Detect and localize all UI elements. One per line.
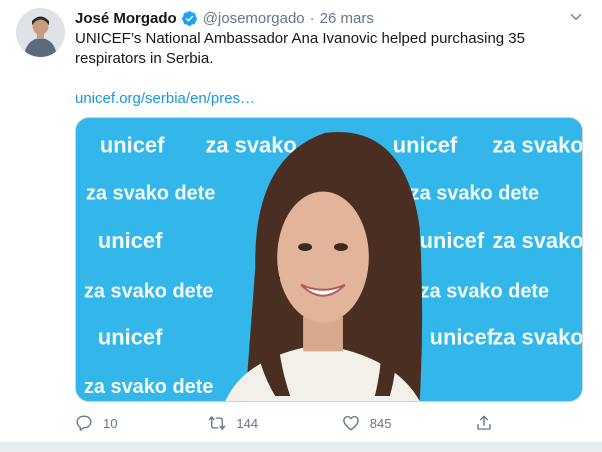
share-icon <box>477 415 491 430</box>
heart-icon <box>342 415 359 431</box>
backdrop-dete-2: za svako dete <box>410 182 539 204</box>
tweet: José Morgado @josemorgado · 26 mars UNIC… <box>0 0 602 452</box>
reply-button[interactable]: 10 <box>75 414 208 432</box>
backdrop-dete-3: za svako dete <box>84 281 213 303</box>
retweet-button[interactable]: 144 <box>208 414 341 432</box>
author-name[interactable]: José Morgado <box>75 10 177 27</box>
retweet-count: 144 <box>236 415 259 431</box>
backdrop-unicef-5: unicef <box>98 324 163 349</box>
backdrop-zasvako-3: za svako <box>492 228 582 253</box>
reply-count: 10 <box>103 415 118 431</box>
tweet-header: José Morgado @josemorgado · 26 mars <box>75 8 374 28</box>
backdrop-unicef-2: unicef <box>393 133 458 158</box>
timeline-separator <box>0 442 602 452</box>
author-handle[interactable]: @josemorgado <box>203 10 305 27</box>
backdrop-unicef-4: unicef <box>420 228 485 253</box>
backdrop-dete-4: za svako dete <box>420 281 549 303</box>
reply-icon <box>76 415 92 431</box>
media-photo: unicef za svako unicef za svako za svako… <box>76 118 582 401</box>
backdrop-dete-1: za svako dete <box>86 182 215 204</box>
verified-badge-icon <box>181 10 197 26</box>
tweet-text: UNICEF’s National Ambassador Ana Ivanovi… <box>75 30 525 67</box>
share-button[interactable] <box>475 414 505 432</box>
backdrop-unicef-1: unicef <box>100 133 165 158</box>
backdrop-unicef-6: unicef <box>430 324 495 349</box>
backdrop-zasvako-2: za svako <box>492 133 582 158</box>
backdrop-dete-5: za svako dete <box>84 376 213 398</box>
backdrop-zasvako-1: za svako <box>205 133 296 158</box>
like-button[interactable]: 845 <box>342 414 475 432</box>
like-count: 845 <box>369 415 392 431</box>
retweet-icon <box>209 416 226 430</box>
tweet-date[interactable]: 26 mars <box>320 10 374 27</box>
avatar[interactable] <box>16 8 65 57</box>
tweet-link[interactable]: unicef.org/serbia/en/pres… <box>75 89 255 109</box>
tweet-media-image[interactable]: unicef za svako unicef za svako za svako… <box>75 117 583 402</box>
tweet-actions: 10 144 845 <box>75 412 505 434</box>
backdrop-unicef-3: unicef <box>98 228 163 253</box>
separator-dot: · <box>309 9 315 27</box>
backdrop-zasvako-4: za svako <box>492 324 582 349</box>
chevron-down-icon[interactable] <box>569 10 583 24</box>
avatar-icon <box>16 8 65 57</box>
